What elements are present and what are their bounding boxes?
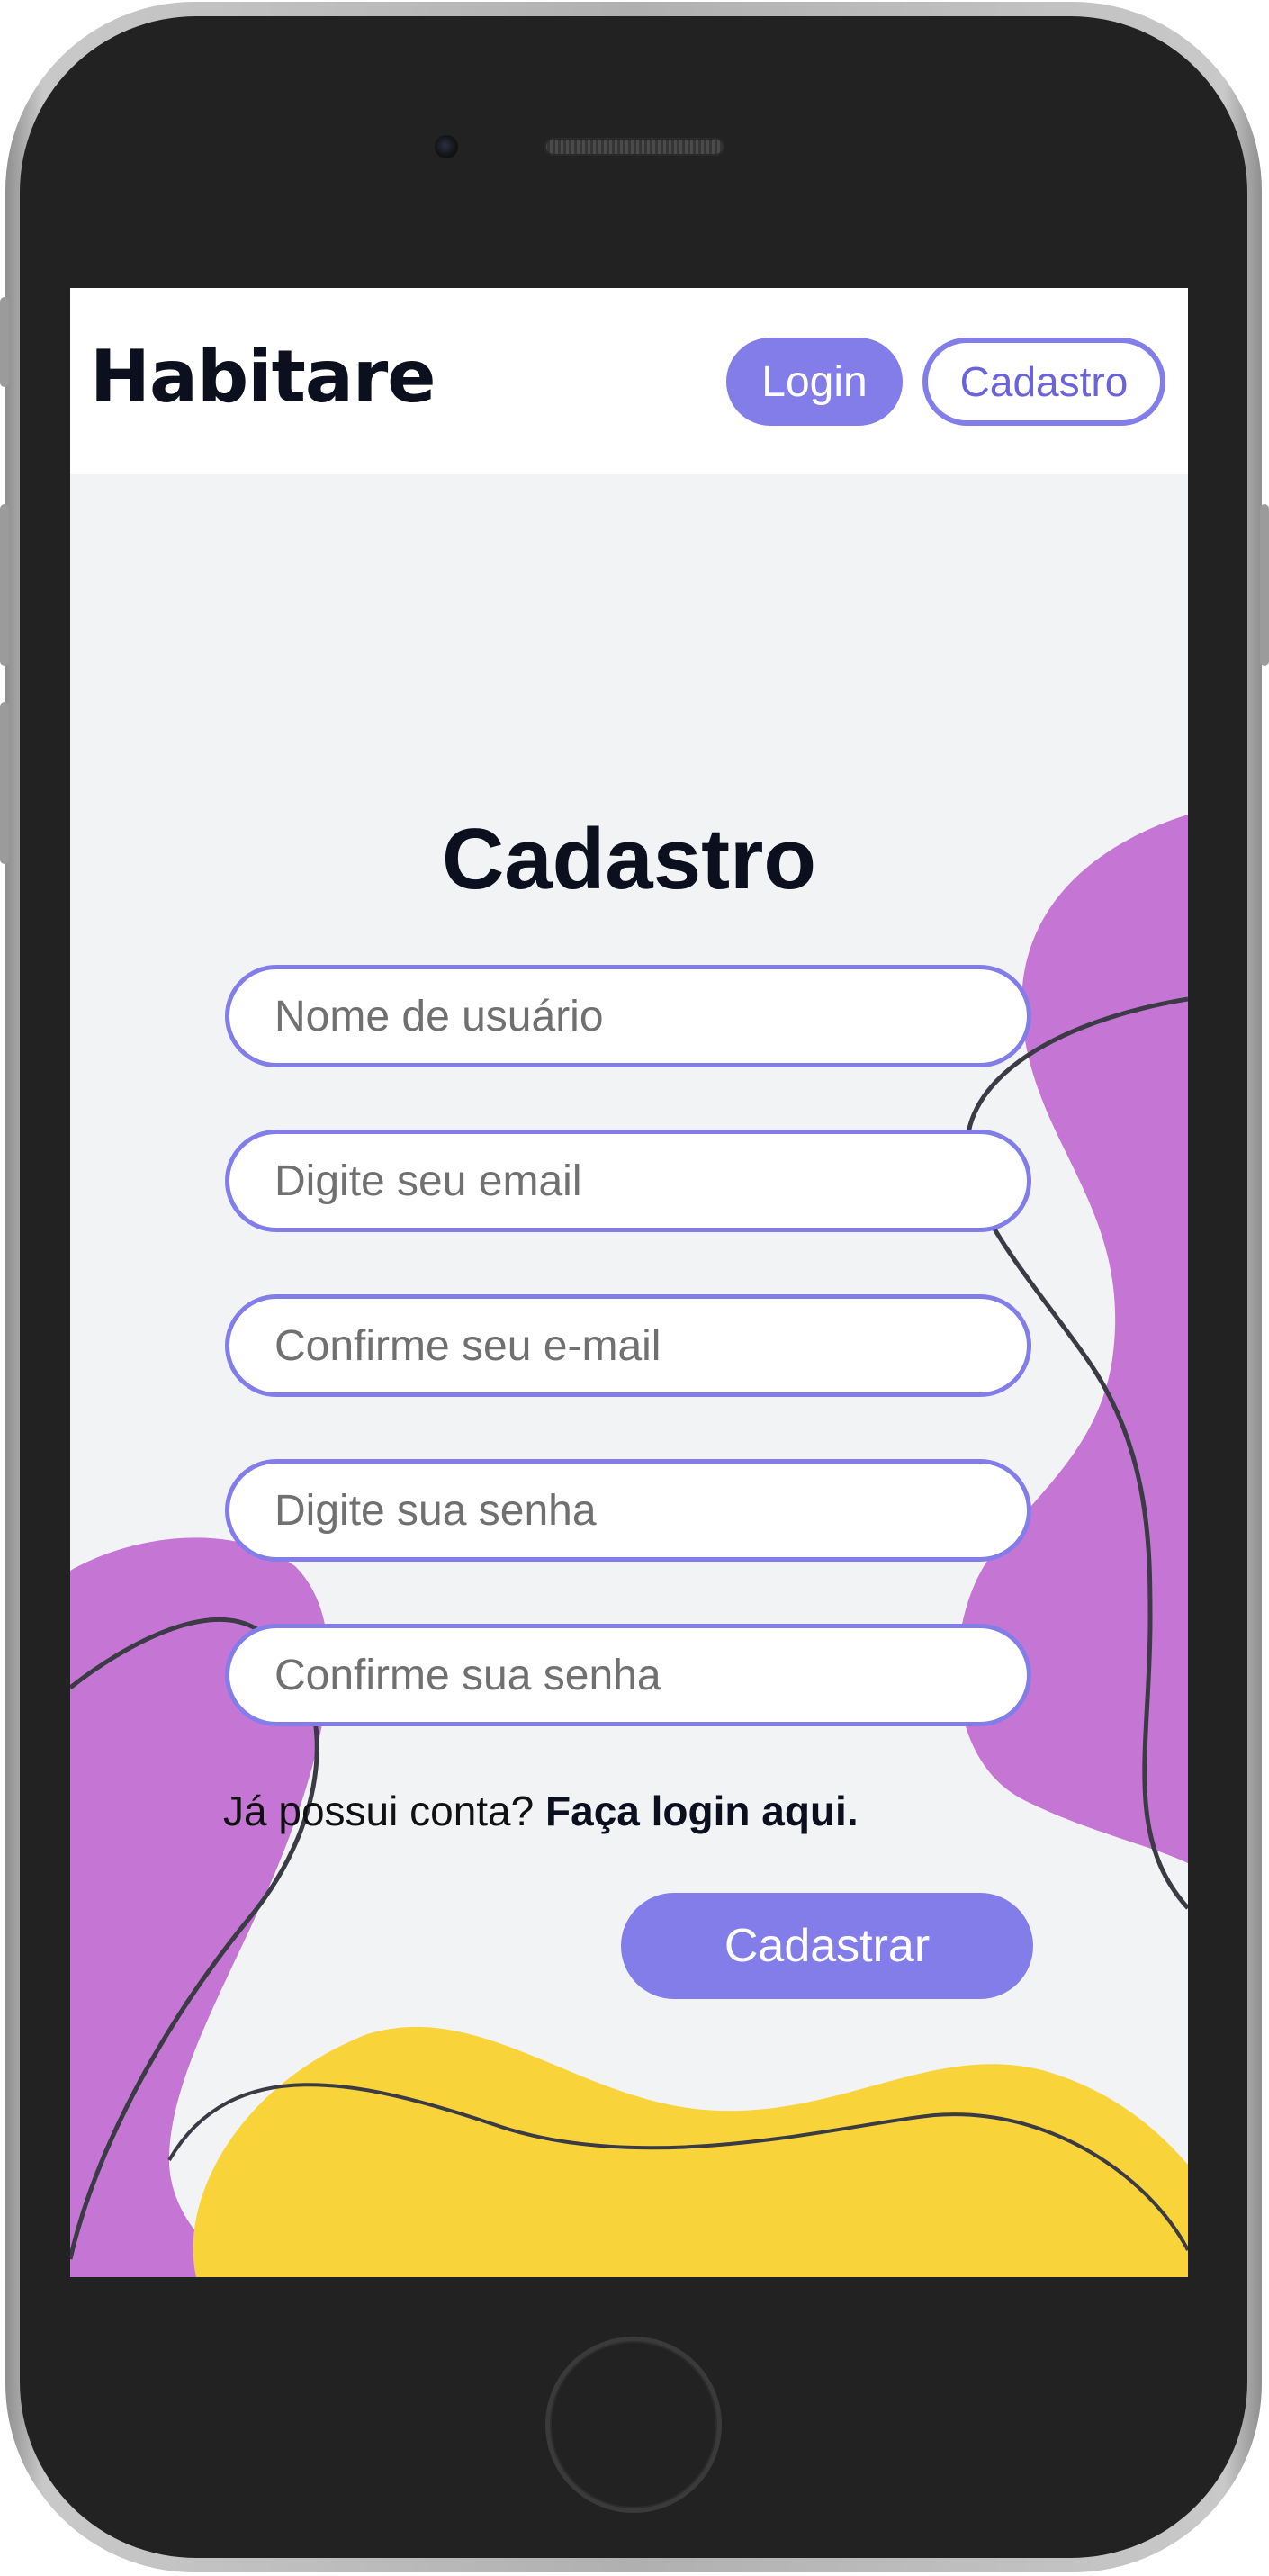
front-camera (435, 135, 458, 158)
bottom-yellow-blob (193, 2026, 1188, 2277)
password-input[interactable] (225, 1459, 1031, 1562)
volume-down-button (0, 702, 9, 864)
top-navbar: Habitare Login Cadastro (70, 288, 1188, 474)
cadastrar-button[interactable]: Cadastrar (621, 1893, 1033, 1999)
login-prompt-text: Já possui conta? (223, 1788, 535, 1834)
app-screen: Habitare Login Cadastro Cadastro Já poss… (70, 288, 1188, 2277)
confirm-email-input[interactable] (225, 1294, 1031, 1397)
login-link[interactable]: Faça login aqui. (545, 1788, 859, 1834)
page-title: Cadastro (441, 811, 817, 907)
username-input[interactable] (225, 965, 1031, 1067)
confirm-password-input[interactable] (225, 1624, 1031, 1726)
login-hint: Já possui conta? Faça login aqui. (223, 1787, 859, 1835)
mute-switch (0, 297, 9, 387)
home-button[interactable] (545, 2337, 722, 2513)
nav-cadastro-button[interactable]: Cadastro (922, 338, 1166, 426)
nav-login-button[interactable]: Login (726, 338, 903, 426)
power-button (1260, 504, 1269, 666)
volume-up-button (0, 504, 9, 666)
earpiece-speaker (544, 138, 724, 156)
brand-logo[interactable]: Habitare (90, 335, 436, 419)
email-input[interactable] (225, 1130, 1031, 1232)
